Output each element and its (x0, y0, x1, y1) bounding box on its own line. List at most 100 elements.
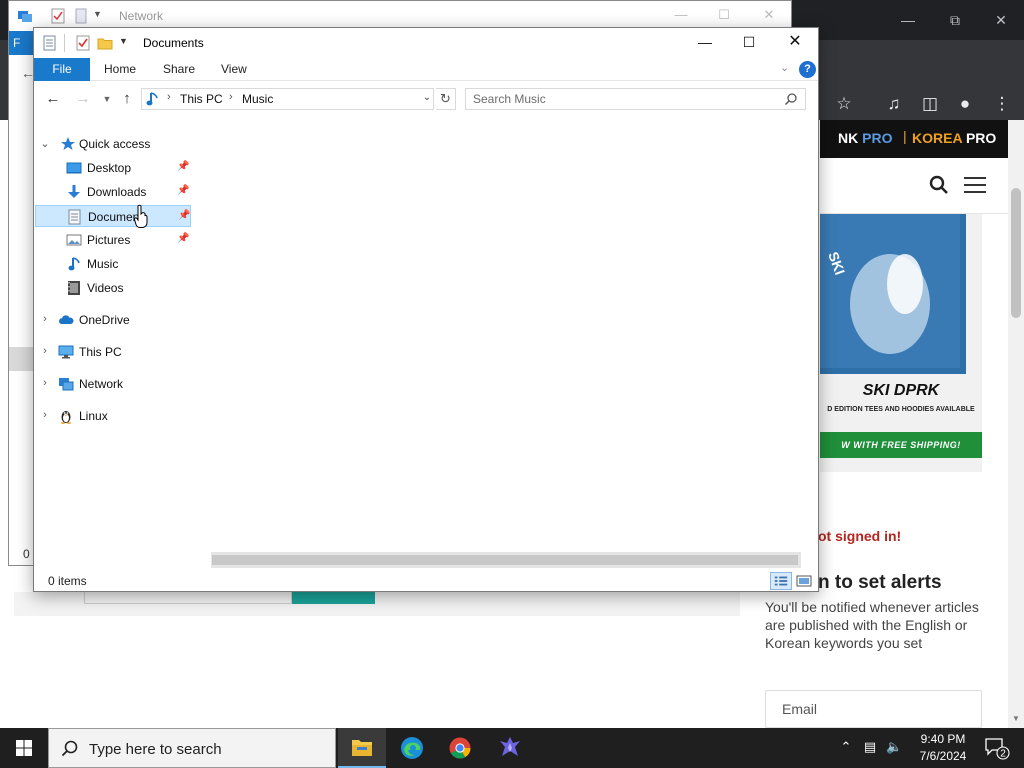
horizontal-scrollbar-thumb[interactable] (212, 555, 798, 565)
recent-locations-icon[interactable]: ▼ (96, 89, 118, 109)
pin-icon[interactable]: 📌 (178, 210, 190, 222)
ad-cta-banner[interactable]: W WITH FREE SHIPPING! (820, 432, 982, 458)
nav-item-music[interactable]: Music (34, 253, 192, 275)
network-close-button[interactable]: ✕ (759, 7, 779, 25)
profile-icon[interactable]: ● (953, 92, 977, 116)
browser-menu-icon[interactable]: ⋮ (990, 92, 1014, 116)
nav-item-desktop[interactable]: Desktop 📌 (34, 157, 192, 179)
forward-arrow-icon[interactable]: → (72, 89, 94, 109)
tab-file[interactable]: File (34, 58, 90, 81)
tab-view[interactable]: View (221, 58, 247, 81)
up-arrow-icon[interactable]: ↑ (116, 89, 138, 109)
search-input[interactable] (466, 89, 776, 109)
notification-center-icon[interactable]: 2 (984, 736, 1010, 760)
pin-icon[interactable]: 📌 (177, 161, 189, 173)
refresh-icon[interactable]: ↻ (436, 88, 456, 110)
nav-item-documents[interactable]: Documents 📌 (35, 205, 191, 227)
nav-item-network[interactable]: › Network (34, 373, 192, 395)
hamburger-menu-icon[interactable] (964, 177, 986, 193)
chevron-up-icon[interactable]: ⌃ (838, 739, 854, 757)
computer-icon (58, 345, 74, 359)
horizontal-scrollbar[interactable] (211, 552, 801, 568)
nk-pro-link[interactable]: NK PRO (838, 130, 892, 146)
tab-home[interactable]: Home (104, 58, 136, 81)
nav-item-this-pc[interactable]: › This PC (34, 341, 192, 363)
scroll-down-arrow-icon[interactable]: ▼ (1008, 712, 1024, 726)
windows-start-icon[interactable] (0, 728, 48, 768)
desktop-icon (66, 162, 82, 174)
page-submit-button[interactable] (292, 592, 375, 604)
file-explorer-icon (352, 740, 372, 756)
alerts-heading: n to set alerts (818, 572, 942, 593)
bookmark-star-icon[interactable]: ☆ (832, 92, 856, 116)
chevron-right-icon[interactable]: › (40, 345, 50, 357)
page-scrollbar-thumb[interactable] (1011, 188, 1021, 318)
file-explorer-taskbar-button[interactable] (338, 728, 386, 768)
window-title: Documents (143, 36, 204, 50)
nav-item-linux[interactable]: › Linux (34, 405, 192, 427)
chrome-taskbar-button[interactable] (436, 728, 484, 768)
close-button[interactable]: ✕ (772, 28, 818, 58)
chevron-right-icon[interactable]: › (40, 313, 50, 325)
app-taskbar-button[interactable] (486, 728, 534, 768)
chevron-right-icon[interactable]: › (167, 91, 171, 103)
chevron-right-icon[interactable]: › (40, 409, 50, 421)
nav-item-downloads[interactable]: Downloads 📌 (34, 181, 192, 203)
breadcrumb-music[interactable]: Music (242, 92, 273, 106)
address-bar[interactable]: › This PC › Music ⌄ (141, 88, 434, 110)
pictures-icon (66, 234, 82, 246)
large-icons-view-icon[interactable] (796, 573, 812, 589)
chevron-right-icon[interactable]: › (40, 377, 50, 389)
details-view-icon[interactable] (770, 572, 792, 590)
clock-date[interactable]: 7/6/2024 (916, 749, 970, 763)
pin-icon[interactable]: 📌 (177, 185, 189, 197)
search-icon[interactable] (784, 92, 798, 106)
pin-icon[interactable]: 📌 (177, 233, 189, 245)
help-button[interactable]: ? (799, 61, 816, 78)
volume-muted-icon[interactable]: 🔈 (886, 739, 902, 757)
chevron-right-icon[interactable]: › (229, 91, 233, 103)
edge-icon (401, 737, 423, 759)
nav-item-onedrive[interactable]: › OneDrive (34, 309, 192, 331)
media-control-icon[interactable]: ♫ (882, 92, 906, 116)
qat-dropdown-icon[interactable]: ▼ (119, 36, 128, 46)
nav-label: Linux (79, 409, 108, 423)
nav-label: Desktop (87, 161, 132, 175)
nav-item-pictures[interactable]: Pictures 📌 (34, 229, 192, 251)
qat-dropdown-icon[interactable]: ▼ (93, 9, 102, 19)
side-panel-icon[interactable]: ◫ (918, 92, 942, 116)
clock-time[interactable]: 9:40 PM (916, 732, 970, 746)
search-box[interactable] (465, 88, 806, 110)
korea-pro-link[interactable]: KOREA PRO (912, 130, 996, 146)
network-file-tab[interactable]: F (9, 31, 35, 55)
page-input[interactable] (84, 592, 292, 604)
browser-minimize-button[interactable]: — (893, 8, 923, 32)
browser-close-button[interactable]: ✕ (986, 8, 1016, 32)
new-folder-icon[interactable] (97, 35, 113, 51)
network-status-icon[interactable]: ▤ (862, 739, 878, 757)
advertisement[interactable]: SKI SKI DPRK D EDITION TEES AND HOODIES … (820, 214, 982, 472)
nav-label: OneDrive (79, 313, 130, 327)
nav-item-videos[interactable]: Videos (34, 277, 192, 299)
expand-ribbon-icon[interactable]: ⌄ (780, 61, 794, 77)
maximize-button[interactable]: ☐ (726, 28, 772, 58)
search-icon[interactable] (928, 174, 950, 196)
email-field[interactable]: Email (765, 690, 982, 728)
notification-count: 2 (1000, 749, 1006, 760)
chevron-down-icon[interactable]: ⌄ (420, 92, 434, 106)
back-arrow-icon[interactable]: ← (42, 89, 64, 109)
file-list-area[interactable] (194, 117, 818, 562)
tab-share[interactable]: Share (163, 58, 195, 81)
network-maximize-button[interactable]: ☐ (714, 7, 734, 25)
browser-restore-button[interactable]: ⧉ (940, 8, 970, 32)
nav-item-quick-access[interactable]: ⌄ Quick access (34, 133, 192, 155)
breadcrumb-this-pc[interactable]: This PC (180, 92, 223, 106)
properties-icon[interactable] (75, 35, 91, 51)
network-icon (59, 378, 74, 391)
nav-label: Quick access (79, 137, 151, 151)
edge-taskbar-button[interactable] (388, 728, 436, 768)
minimize-button[interactable]: — (682, 28, 728, 58)
chevron-down-icon[interactable]: ⌄ (40, 137, 50, 150)
network-minimize-button[interactable]: — (671, 7, 691, 25)
taskbar-search-box[interactable]: Type here to search (48, 728, 336, 768)
